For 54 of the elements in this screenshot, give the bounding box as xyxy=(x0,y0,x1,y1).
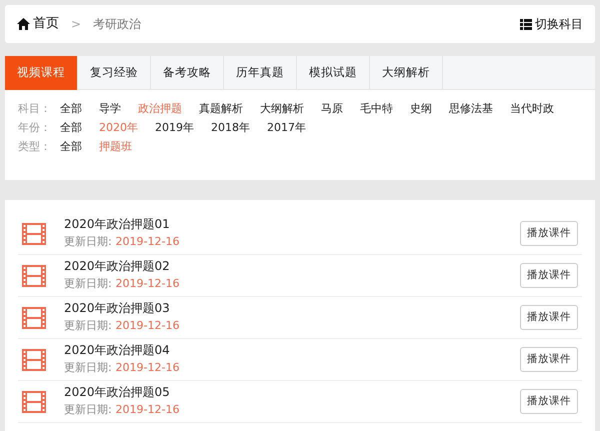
date-label: 更新日期: xyxy=(64,276,112,290)
play-button[interactable]: 播放课件 xyxy=(520,346,578,372)
update-date: 2019-12-16 xyxy=(116,234,180,248)
filter-option[interactable]: 导学 xyxy=(99,101,121,118)
course-title: 2020年政治押题04 xyxy=(64,342,171,358)
filter-option[interactable]: 2019年 xyxy=(155,120,194,137)
update-date: 2019-12-16 xyxy=(116,402,180,416)
play-button[interactable]: 播放课件 xyxy=(520,220,578,246)
filter-option[interactable]: 全部 xyxy=(60,101,82,118)
filter-option[interactable]: 当代时政 xyxy=(510,101,554,118)
filter-option[interactable]: 2017年 xyxy=(267,120,306,137)
switch-subject-link[interactable]: 切换科目 xyxy=(535,15,583,33)
filter-option[interactable]: 史纲 xyxy=(410,101,432,118)
breadcrumb-separator: > xyxy=(71,16,82,33)
play-button[interactable]: 播放课件 xyxy=(520,388,578,414)
tab[interactable]: 历年真题 xyxy=(224,56,297,90)
course-title: 2020年政治押题02 xyxy=(64,258,171,274)
filter-option[interactable]: 思修法基 xyxy=(449,101,493,118)
play-button[interactable]: 播放课件 xyxy=(520,304,578,330)
home-icon[interactable] xyxy=(17,18,30,30)
course-title: 2020年政治押题03 xyxy=(64,300,171,316)
update-date: 2019-12-16 xyxy=(116,360,180,374)
filter-option[interactable]: 毛中特 xyxy=(360,101,393,118)
list-icon[interactable] xyxy=(520,18,532,30)
tab[interactable]: 模拟试题 xyxy=(297,56,370,90)
film-icon xyxy=(22,222,46,244)
course-title: 2020年政治押题01 xyxy=(64,216,171,232)
filter-label: 年份： xyxy=(18,120,52,136)
filter-option[interactable]: 真题解析 xyxy=(199,101,243,118)
breadcrumb-current: 考研政治 xyxy=(93,16,142,33)
date-label: 更新日期: xyxy=(64,234,112,248)
film-icon xyxy=(22,390,46,412)
filter-label: 科目： xyxy=(18,101,52,118)
filter-option[interactable]: 马原 xyxy=(321,101,343,118)
date-label: 更新日期: xyxy=(64,402,112,416)
home-link[interactable]: 首页 xyxy=(33,14,59,34)
update-date: 2019-12-16 xyxy=(116,276,180,290)
film-icon xyxy=(22,348,46,370)
date-label: 更新日期: xyxy=(64,318,112,332)
course-title: 2020年政治押题05 xyxy=(64,384,171,400)
date-label: 更新日期: xyxy=(64,360,112,374)
tab[interactable]: 视频课程 xyxy=(5,56,78,90)
filter-label: 类型： xyxy=(18,139,52,156)
tab[interactable]: 备考攻略 xyxy=(151,56,224,90)
film-icon xyxy=(22,306,46,328)
update-date: 2019-12-16 xyxy=(116,318,180,332)
tab[interactable]: 大纲解析 xyxy=(370,56,443,90)
play-button[interactable]: 播放课件 xyxy=(520,262,578,288)
filter-option[interactable]: 大纲解析 xyxy=(260,101,304,118)
filter-option[interactable]: 全部 xyxy=(60,120,82,137)
film-icon xyxy=(22,264,46,286)
tab[interactable]: 复习经验 xyxy=(78,56,151,90)
filter-option[interactable]: 全部 xyxy=(60,139,82,156)
filter-option[interactable]: 2018年 xyxy=(211,120,250,137)
